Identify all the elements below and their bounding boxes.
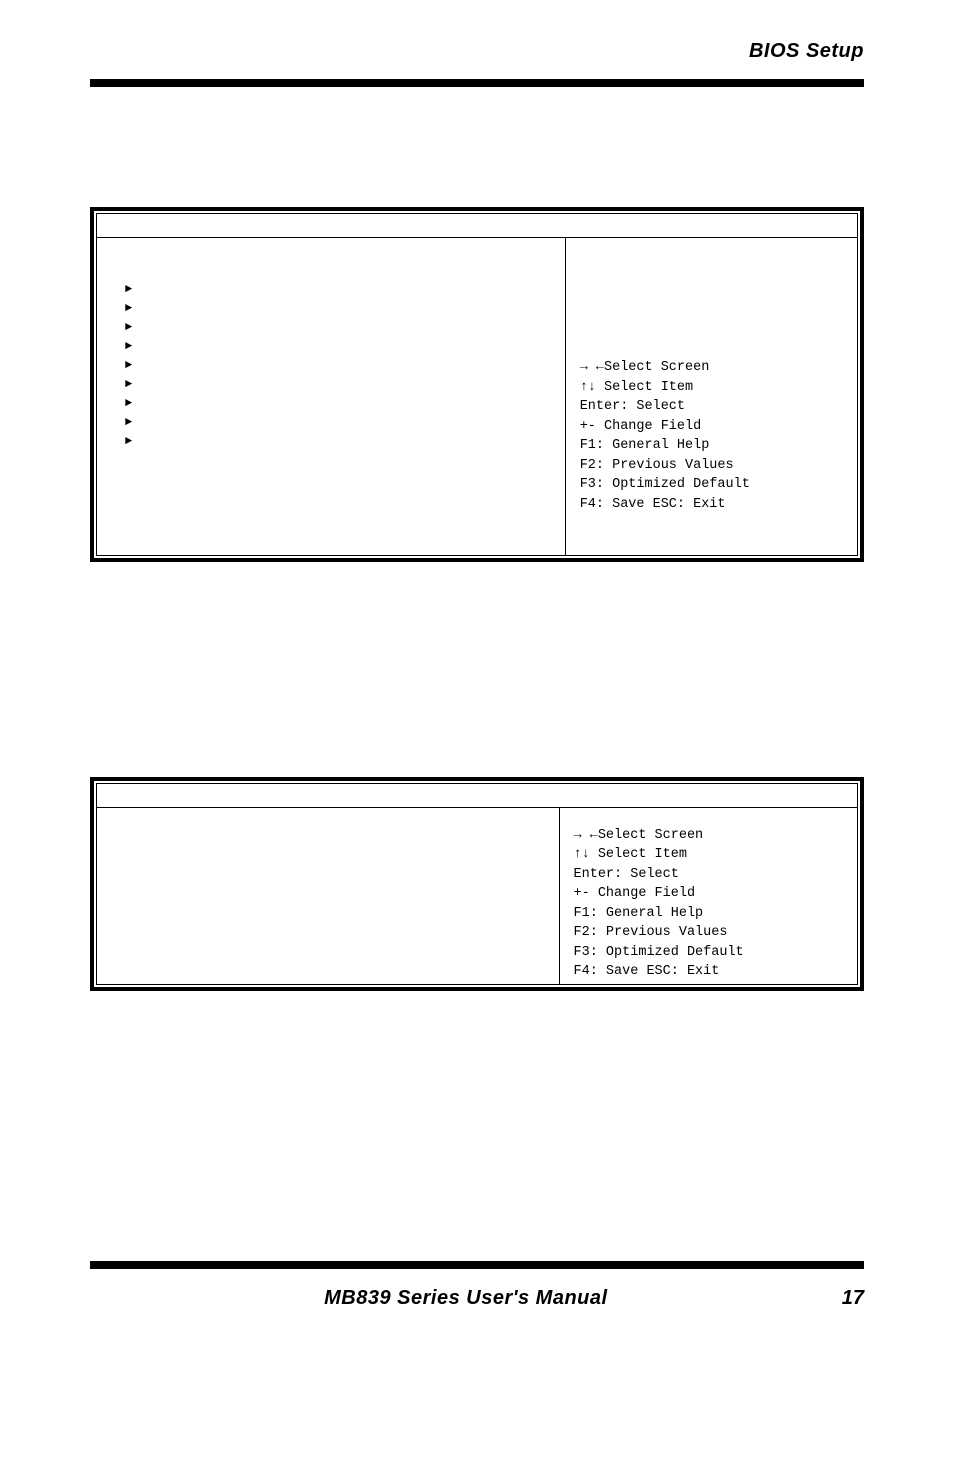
bios-left-panel-2 (97, 808, 560, 985)
help-change-field: +- Change Field (574, 884, 847, 904)
bios-title-row-1 (97, 214, 857, 238)
help-select-item: ↑↓ Select Item (580, 378, 847, 398)
help-change-field: +- Change Field (580, 417, 847, 437)
help-select-item: ↑↓ Select Item (574, 845, 847, 865)
footer-section: MB839 Series User's Manual 17 (0, 1261, 954, 1328)
help-optimized-default: F3: Optimized Default (580, 475, 847, 495)
help-select-screen: → ←Select Screen (574, 826, 847, 846)
footer-manual-title: MB839 Series User's Manual (324, 1287, 607, 1310)
header-divider (90, 79, 864, 87)
menu-arrow-icon: ► (125, 432, 553, 451)
help-save-exit: F4: Save ESC: Exit (580, 495, 847, 515)
bios-body-2: → ←Select Screen ↑↓ Select Item Enter: S… (97, 808, 857, 985)
menu-arrow-icon: ► (125, 356, 553, 375)
bios-right-panel-1: → ←Select Screen ↑↓ Select Item Enter: S… (566, 238, 857, 555)
help-general-help: F1: General Help (574, 904, 847, 924)
menu-arrow-icon: ► (125, 280, 553, 299)
content-area: ► ► ► ► ► ► ► ► ► → ←Select Screen ↑↓ Se… (0, 87, 954, 1051)
header-section: BIOS Setup (0, 0, 954, 71)
footer-page-number: 17 (842, 1287, 864, 1310)
bios-box-2: → ←Select Screen ↑↓ Select Item Enter: S… (90, 777, 864, 992)
help-save-exit: F4: Save ESC: Exit (574, 962, 847, 982)
bios-title-row-2 (97, 784, 857, 808)
help-optimized-default: F3: Optimized Default (574, 943, 847, 963)
footer-divider (90, 1261, 864, 1269)
page-header-title: BIOS Setup (90, 40, 864, 63)
bios-left-panel-1: ► ► ► ► ► ► ► ► ► (97, 238, 566, 555)
menu-arrow-icon: ► (125, 299, 553, 318)
help-previous-values: F2: Previous Values (580, 456, 847, 476)
help-general-help: F1: General Help (580, 436, 847, 456)
bios-right-panel-2: → ←Select Screen ↑↓ Select Item Enter: S… (560, 808, 857, 985)
menu-arrow-icon: ► (125, 375, 553, 394)
bios-inner-1: ► ► ► ► ► ► ► ► ► → ←Select Screen ↑↓ Se… (96, 213, 858, 556)
bios-inner-2: → ←Select Screen ↑↓ Select Item Enter: S… (96, 783, 858, 986)
help-enter-select: Enter: Select (580, 397, 847, 417)
menu-arrow-icon: ► (125, 318, 553, 337)
help-previous-values: F2: Previous Values (574, 923, 847, 943)
menu-arrow-icon: ► (125, 337, 553, 356)
bios-body-1: ► ► ► ► ► ► ► ► ► → ←Select Screen ↑↓ Se… (97, 238, 857, 555)
footer-row: MB839 Series User's Manual 17 (90, 1269, 864, 1328)
menu-arrow-icon: ► (125, 413, 553, 432)
menu-arrow-icon: ► (125, 394, 553, 413)
help-select-screen: → ←Select Screen (580, 358, 847, 378)
help-enter-select: Enter: Select (574, 865, 847, 885)
bios-box-1: ► ► ► ► ► ► ► ► ► → ←Select Screen ↑↓ Se… (90, 207, 864, 562)
